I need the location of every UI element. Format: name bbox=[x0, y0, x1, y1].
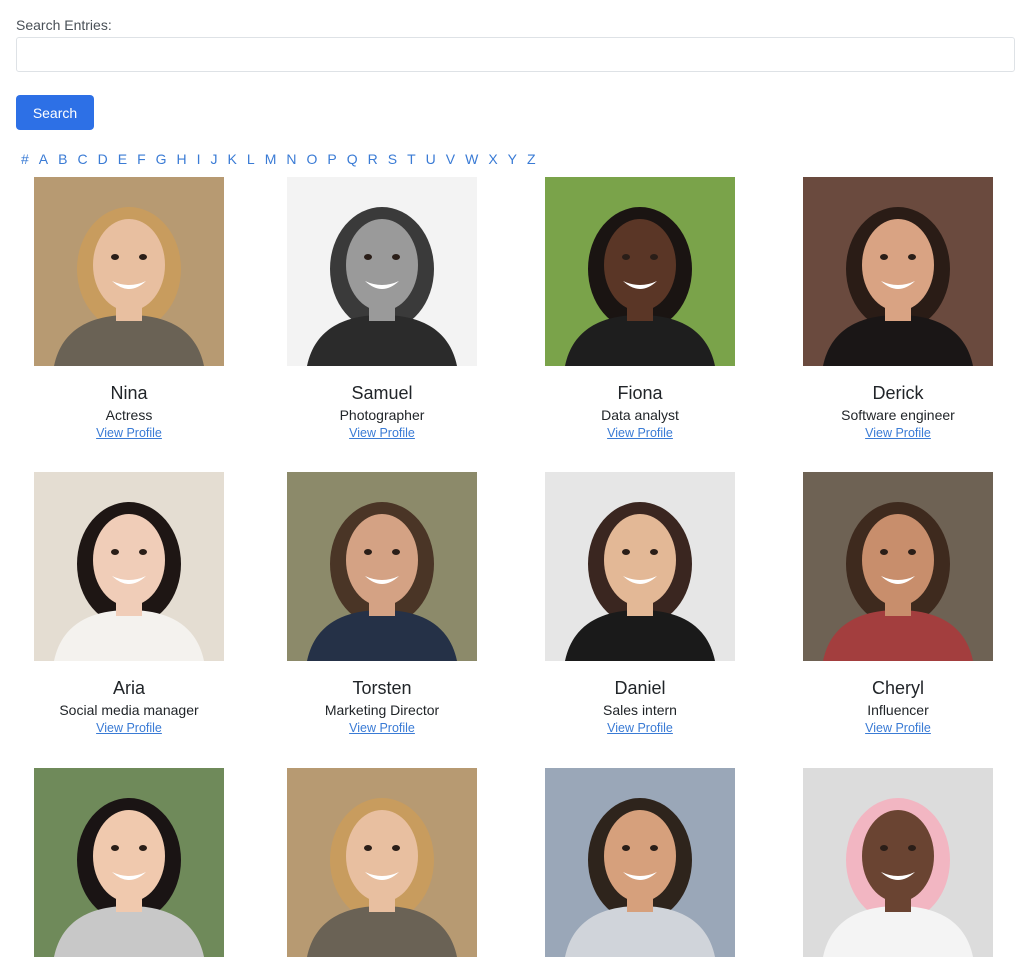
profile-photo bbox=[287, 768, 477, 957]
view-profile-link[interactable]: View Profile bbox=[349, 425, 415, 441]
profile-photo bbox=[34, 472, 224, 661]
letter-link-m[interactable]: M bbox=[265, 150, 277, 168]
letter-link-t[interactable]: T bbox=[407, 150, 416, 168]
view-profile-link[interactable]: View Profile bbox=[96, 720, 162, 736]
profile-card bbox=[769, 768, 1024, 957]
profile-photo bbox=[803, 472, 993, 661]
profile-photo bbox=[545, 177, 735, 366]
profile-card bbox=[0, 768, 258, 957]
profile-card: Samuel Photographer View Profile bbox=[253, 177, 511, 442]
profile-role: Sales intern bbox=[603, 702, 677, 718]
profile-name: Derick bbox=[872, 383, 924, 403]
letter-link-hash[interactable]: # bbox=[21, 150, 29, 168]
profile-name: Samuel bbox=[351, 383, 413, 403]
search-input[interactable] bbox=[16, 37, 1015, 72]
letter-link-l[interactable]: L bbox=[247, 150, 255, 168]
profile-card: Aria Social media manager View Profile bbox=[0, 472, 258, 737]
profile-role: Actress bbox=[105, 407, 153, 423]
letter-link-q[interactable]: Q bbox=[347, 150, 358, 168]
profile-card: Fiona Data analyst View Profile bbox=[511, 177, 769, 442]
letter-link-v[interactable]: V bbox=[446, 150, 455, 168]
profile-card: Derick Software engineer View Profile bbox=[769, 177, 1024, 442]
letter-link-d[interactable]: D bbox=[98, 150, 108, 168]
search-button[interactable]: Search bbox=[16, 95, 94, 130]
profile-card bbox=[511, 768, 769, 957]
letter-link-a[interactable]: A bbox=[39, 150, 48, 168]
letter-link-s[interactable]: S bbox=[388, 150, 397, 168]
profile-name: Daniel bbox=[614, 678, 666, 698]
profile-photo bbox=[34, 768, 224, 957]
letter-link-f[interactable]: F bbox=[137, 150, 146, 168]
letter-link-g[interactable]: G bbox=[156, 150, 167, 168]
profile-photo bbox=[287, 472, 477, 661]
profile-card: Nina Actress View Profile bbox=[0, 177, 258, 442]
view-profile-link[interactable]: View Profile bbox=[607, 720, 673, 736]
search-label: Search Entries: bbox=[16, 17, 112, 33]
letter-link-u[interactable]: U bbox=[426, 150, 436, 168]
profile-name: Cheryl bbox=[871, 678, 924, 698]
letter-link-o[interactable]: O bbox=[306, 150, 317, 168]
view-profile-link[interactable]: View Profile bbox=[865, 720, 931, 736]
letter-link-r[interactable]: R bbox=[368, 150, 378, 168]
letter-link-h[interactable]: H bbox=[177, 150, 187, 168]
profile-role: Social media manager bbox=[59, 702, 199, 718]
profile-name: Nina bbox=[110, 383, 148, 403]
profile-role: Influencer bbox=[867, 702, 929, 718]
profile-card: Torsten Marketing Director View Profile bbox=[253, 472, 511, 737]
profile-name: Torsten bbox=[352, 678, 412, 698]
view-profile-link[interactable]: View Profile bbox=[607, 425, 673, 441]
letter-link-b[interactable]: B bbox=[58, 150, 67, 168]
profile-role: Marketing Director bbox=[324, 702, 440, 718]
letter-link-c[interactable]: C bbox=[77, 150, 87, 168]
view-profile-link[interactable]: View Profile bbox=[349, 720, 415, 736]
alphabet-filter: # A B C D E F G H I J K L M N O P Q R S T U V W X Y Z bbox=[21, 150, 546, 168]
letter-link-n[interactable]: N bbox=[286, 150, 296, 168]
profile-photo bbox=[287, 177, 477, 366]
profile-role: Software engineer bbox=[841, 407, 955, 423]
letter-link-w[interactable]: W bbox=[465, 150, 478, 168]
letter-link-z[interactable]: Z bbox=[527, 150, 536, 168]
view-profile-link[interactable]: View Profile bbox=[865, 425, 931, 441]
profile-role: Photographer bbox=[339, 407, 425, 423]
profile-photo bbox=[34, 177, 224, 366]
letter-link-j[interactable]: J bbox=[211, 150, 218, 168]
profile-card bbox=[253, 768, 511, 957]
profile-card: Daniel Sales intern View Profile bbox=[511, 472, 769, 737]
profile-photo bbox=[545, 768, 735, 957]
view-profile-link[interactable]: View Profile bbox=[96, 425, 162, 441]
letter-link-i[interactable]: I bbox=[197, 150, 201, 168]
letter-link-p[interactable]: P bbox=[327, 150, 336, 168]
profile-name: Aria bbox=[112, 678, 145, 698]
profile-photo bbox=[803, 177, 993, 366]
letter-link-y[interactable]: Y bbox=[508, 150, 517, 168]
profile-card: Cheryl Influencer View Profile bbox=[769, 472, 1024, 737]
profile-photo bbox=[545, 472, 735, 661]
letter-link-e[interactable]: E bbox=[118, 150, 127, 168]
letter-link-k[interactable]: K bbox=[228, 150, 237, 168]
profile-name: Fiona bbox=[617, 383, 663, 403]
letter-link-x[interactable]: X bbox=[488, 150, 497, 168]
profile-photo bbox=[803, 768, 993, 957]
profile-role: Data analyst bbox=[601, 407, 679, 423]
